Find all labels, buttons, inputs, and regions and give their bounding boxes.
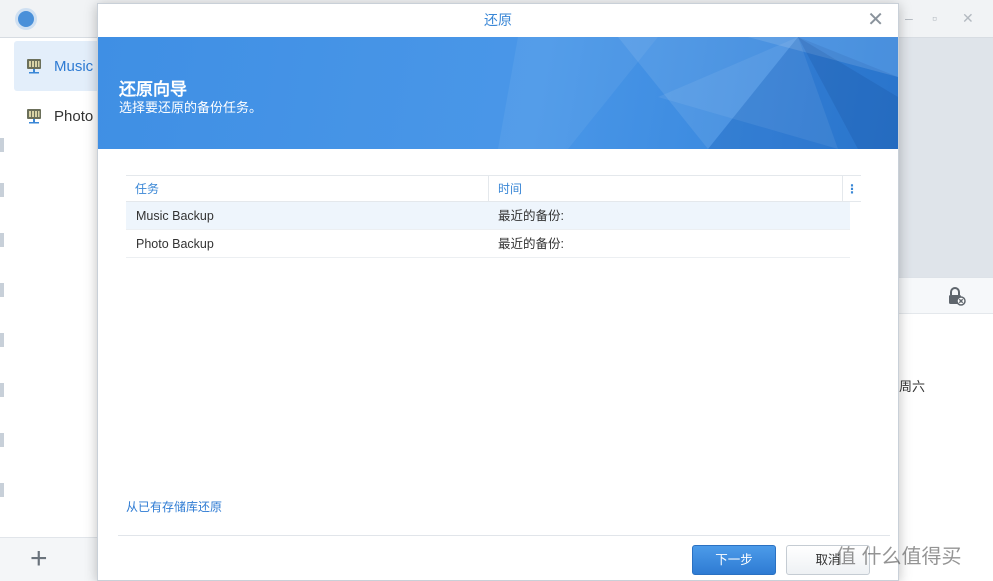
sidebar-item-label: Music — [54, 57, 94, 75]
task-time: 最近的备份: — [498, 209, 564, 223]
left-edge-marker — [0, 283, 4, 297]
wizard-banner: 还原向导 选择要还原的备份任务。 — [98, 37, 898, 149]
right-panel-header — [899, 278, 993, 314]
left-edge-marker — [0, 383, 4, 397]
add-task-button[interactable]: + — [30, 544, 48, 574]
nas-server-icon — [26, 108, 42, 124]
watermark-text: 值 什么值得买 — [836, 546, 962, 568]
maximize-button[interactable]: ▫ — [932, 10, 937, 26]
close-icon[interactable]: ✕ — [867, 10, 884, 30]
sidebar-item-label: Photo — [54, 107, 94, 125]
left-edge-marker — [0, 233, 4, 247]
task-name: Music Backup — [136, 209, 214, 223]
lock-icon[interactable] — [946, 286, 966, 306]
left-edge-marker — [0, 138, 4, 152]
table-row[interactable]: Music Backup 最近的备份: — [126, 202, 850, 230]
backup-task-table: 任务 时间 ⋮ Music Backup 最近的备份: Photo Backup… — [126, 175, 861, 258]
add-bar: + — [0, 537, 98, 581]
table-header: 任务 时间 ⋮ — [126, 175, 861, 202]
close-window-button[interactable]: ✕ — [962, 10, 974, 26]
sidebar: Music Photo — [0, 38, 104, 581]
task-name: Photo Backup — [136, 237, 214, 251]
nas-server-icon — [26, 58, 42, 74]
left-edge-marker — [0, 183, 4, 197]
sidebar-item-photo[interactable]: Photo — [14, 91, 104, 141]
wizard-subtitle: 选择要还原的备份任务。 — [119, 100, 263, 115]
right-panel: 周六 — [898, 277, 993, 581]
banner-decoration — [498, 37, 898, 149]
dialog-titlebar: 还原 ✕ — [98, 4, 898, 37]
next-button[interactable]: 下一步 — [692, 545, 776, 575]
left-edge-marker — [0, 333, 4, 347]
weekday-text: 周六 — [899, 379, 926, 394]
left-edge-marker — [0, 483, 4, 497]
restore-from-repository-link[interactable]: 从已有存储库还原 — [126, 498, 222, 515]
task-time: 最近的备份: — [498, 237, 564, 251]
column-header-time[interactable]: 时间 — [489, 176, 843, 202]
restore-dialog: 还原 ✕ 还原向导 选择要还原的备份任务。 任务 时间 ⋮ Music Back… — [97, 3, 899, 581]
dialog-title: 还原 — [484, 12, 512, 28]
minimize-button[interactable]: – — [905, 10, 913, 26]
app-logo-icon — [15, 8, 37, 30]
column-menu-icon[interactable]: ⋮ — [843, 176, 861, 202]
sidebar-item-music[interactable]: Music — [14, 41, 104, 91]
table-row[interactable]: Photo Backup 最近的备份: — [126, 230, 850, 258]
column-header-task[interactable]: 任务 — [126, 176, 489, 202]
left-edge-marker — [0, 433, 4, 447]
footer-divider — [118, 535, 890, 536]
